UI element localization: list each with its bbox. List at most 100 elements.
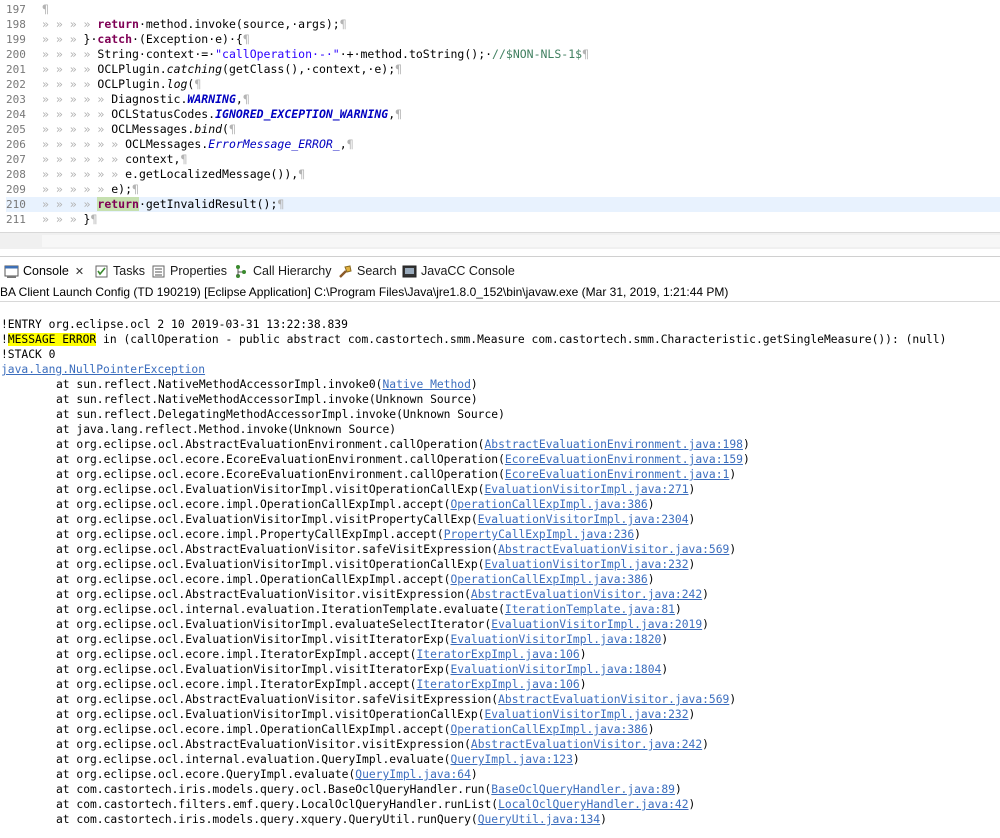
line-code: ¶ (42, 2, 49, 17)
frame-source-link[interactable]: BaseOclQueryHandler.java:89 (491, 783, 675, 796)
stack-frame: at org.eclipse.ocl.EvaluationVisitorImpl… (56, 557, 695, 572)
console-output[interactable]: !ENTRY org.eclipse.ocl 2 10 2019-03-31 1… (0, 302, 1000, 838)
frame-source-link[interactable]: QueryImpl.java:64 (355, 768, 471, 781)
code-token: » » » » » (42, 182, 112, 196)
line-number: 203 (6, 93, 26, 106)
stack-frame: at org.eclipse.ocl.EvaluationVisitorImpl… (56, 662, 668, 677)
frame-source-link[interactable]: Native Method (382, 378, 470, 391)
code-token: » » » » » » (42, 137, 126, 151)
code-token: ¶ (194, 77, 202, 91)
code-token: WARNING (187, 92, 236, 106)
editor-line[interactable]: 201 » » » » OCLPlugin.catching(getClass()… (0, 62, 1000, 77)
frame-source-link[interactable]: AbstractEvaluationVisitor.java:242 (471, 588, 702, 601)
frame-source-link[interactable]: AbstractEvaluationVisitor.java:569 (498, 693, 729, 706)
frame-source-link[interactable]: OperationCallExpImpl.java:386 (450, 498, 647, 511)
editor-line[interactable]: 204 » » » » » OCLStatusCodes.IGNORED_EXCE… (0, 107, 1000, 122)
code-token: String·context·=· (97, 47, 216, 61)
frame-source-link[interactable]: AbstractEvaluationVisitor.java:569 (498, 543, 729, 556)
editor-line[interactable]: 208 » » » » » » e.getLocalizedMessage()),… (0, 167, 1000, 182)
stack-frame: at org.eclipse.ocl.AbstractEvaluationVis… (56, 587, 709, 602)
editor-line[interactable]: 205 » » » » » OCLMessages.bind(¶ (0, 122, 1000, 137)
frame-source-link[interactable]: QueryImpl.java:123 (450, 753, 572, 766)
frame-source-link[interactable]: EvaluationVisitorImpl.java:1820 (450, 633, 661, 646)
line-code: » » » » » » OCLMessages.ErrorMessage_ERR… (42, 137, 354, 152)
line-code: » » » » » OCLMessages.bind(¶ (42, 122, 236, 137)
code-token: ¶ (180, 152, 188, 166)
stack-frame: at org.eclipse.ocl.ecore.impl.OperationC… (56, 497, 655, 512)
code-editor[interactable]: 197 ¶ 198» » » » return·method.invoke(sour… (0, 0, 1000, 250)
frame-source-link[interactable]: OperationCallExpImpl.java:386 (450, 573, 647, 586)
tab-label: JavaCC Console (421, 264, 515, 278)
message-text: in (callOperation - public abstract com.… (96, 333, 947, 346)
editor-line[interactable]: 199 » » » }·catch·(Exception·e)·{¶ (0, 32, 1000, 47)
tab-console[interactable]: Console ✕ (4, 257, 84, 285)
message-error-highlight: MESSAGE ERROR (7, 333, 97, 346)
exception-link[interactable]: java.lang.NullPointerException (1, 362, 205, 377)
editor-line[interactable]: 206 » » » » » » OCLMessages.ErrorMessage_… (0, 137, 1000, 152)
tab-properties[interactable]: Properties (151, 257, 227, 285)
frame-source-link[interactable]: AbstractEvaluationVisitor.java:242 (471, 738, 702, 751)
code-token: e.getLocalizedMessage()), (125, 167, 299, 181)
frame-source-link[interactable]: EvaluationVisitorImpl.java:232 (484, 558, 688, 571)
line-number: 211 (6, 213, 26, 226)
frame-source-link[interactable]: LocalOclQueryHandler.java:42 (498, 798, 688, 811)
frame-source-link[interactable]: IteratorExpImpl.java:106 (416, 648, 579, 661)
tab-call-hierarchy[interactable]: Call Hierarchy (234, 257, 332, 285)
editor-line[interactable]: 209 » » » » » e);¶ (0, 182, 1000, 197)
frame-source-link[interactable]: EcoreEvaluationEnvironment.java:1 (505, 468, 729, 481)
tab-javacc-console[interactable]: JavaCC Console (402, 257, 515, 285)
frame-close-paren: ) (688, 708, 696, 721)
stack-frame: at sun.reflect.NativeMethodAccessorImpl.… (56, 392, 478, 407)
frame-source-link[interactable]: EvaluationVisitorImpl.java:1804 (450, 663, 661, 676)
frame-close-paren: ) (470, 378, 478, 391)
frame-source-link[interactable]: EvaluationVisitorImpl.java:2019 (491, 618, 702, 631)
frame-source-link[interactable]: QueryUtil.java:134 (478, 813, 600, 826)
stack-frame: at org.eclipse.ocl.internal.evaluation.Q… (56, 752, 580, 767)
code-token: » » » » (42, 17, 98, 31)
editor-line[interactable]: 207 » » » » » » context,¶ (0, 152, 1000, 167)
line-number: 200 (6, 48, 26, 61)
tab-search[interactable]: Search (338, 257, 397, 285)
frame-method: at com.castortech.filters.emf.query.Loca… (56, 798, 499, 811)
sash[interactable] (0, 249, 1000, 256)
code-token: , (235, 92, 243, 106)
frame-source-link[interactable]: IteratorExpImpl.java:106 (416, 678, 579, 691)
editor-line[interactable]: 203 » » » » » Diagnostic.WARNING,¶ (0, 92, 1000, 107)
stack-frame: at org.eclipse.ocl.EvaluationVisitorImpl… (56, 632, 668, 647)
frame-source-link[interactable]: EvaluationVisitorImpl.java:2304 (478, 513, 689, 526)
close-icon[interactable]: ✕ (75, 265, 84, 278)
editor-horizontal-scrollbar[interactable] (0, 232, 1000, 250)
code-token: //$NON-NLS-1$ (492, 47, 583, 61)
editor-line[interactable]: 210 » » » » return·getInvalidResult();¶ (0, 197, 1000, 212)
code-token: ¶ (298, 167, 306, 181)
line-number: 207 (6, 153, 26, 166)
frame-close-paren: ) (742, 438, 750, 451)
tab-label: Console (23, 264, 69, 278)
frame-method: at org.eclipse.ocl.AbstractEvaluationVis… (56, 543, 499, 556)
editor-line[interactable]: 202 » » » » OCLPlugin.log(¶ (0, 77, 1000, 92)
scrollbar-thumb[interactable] (42, 235, 1000, 247)
frame-source-link[interactable]: EvaluationVisitorImpl.java:271 (484, 483, 688, 496)
editor-line[interactable]: 200 » » » » String·context·=·"callOperati… (0, 47, 1000, 62)
frame-close-paren: ) (674, 783, 682, 796)
code-token: log (166, 77, 188, 91)
frame-method: at org.eclipse.ocl.EvaluationVisitorImpl… (56, 708, 485, 721)
frame-source-link[interactable]: EvaluationVisitorImpl.java:232 (484, 708, 688, 721)
tab-tasks[interactable]: Tasks (94, 257, 145, 285)
frame-close-paren: ) (470, 768, 478, 781)
frame-source-link[interactable]: AbstractEvaluationEnvironment.java:198 (484, 438, 742, 451)
frame-close-paren: ) (688, 513, 696, 526)
frame-source-link[interactable]: EcoreEvaluationEnvironment.java:159 (505, 453, 743, 466)
frame-source-link[interactable]: OperationCallExpImpl.java:386 (450, 723, 647, 736)
editor-line[interactable]: 211 » » » }¶ (0, 212, 1000, 227)
frame-source-link[interactable]: IterationTemplate.java:81 (505, 603, 675, 616)
frame-close-paren: ) (702, 618, 709, 631)
editor-line[interactable]: 197 ¶ (0, 2, 1000, 17)
editor-line[interactable]: 198 » » » » return·method.invoke(source,·… (0, 17, 1000, 32)
stack-frame: at com.castortech.filters.emf.query.Loca… (56, 797, 695, 812)
code-token: ¶ (395, 62, 403, 76)
frame-method: at org.eclipse.ocl.EvaluationVisitorImpl… (56, 618, 492, 631)
code-token: ¶ (228, 122, 236, 136)
frame-source-link[interactable]: PropertyCallExpImpl.java:236 (444, 528, 634, 541)
frame-method: at org.eclipse.ocl.ecore.QueryImpl.evalu… (56, 768, 356, 781)
